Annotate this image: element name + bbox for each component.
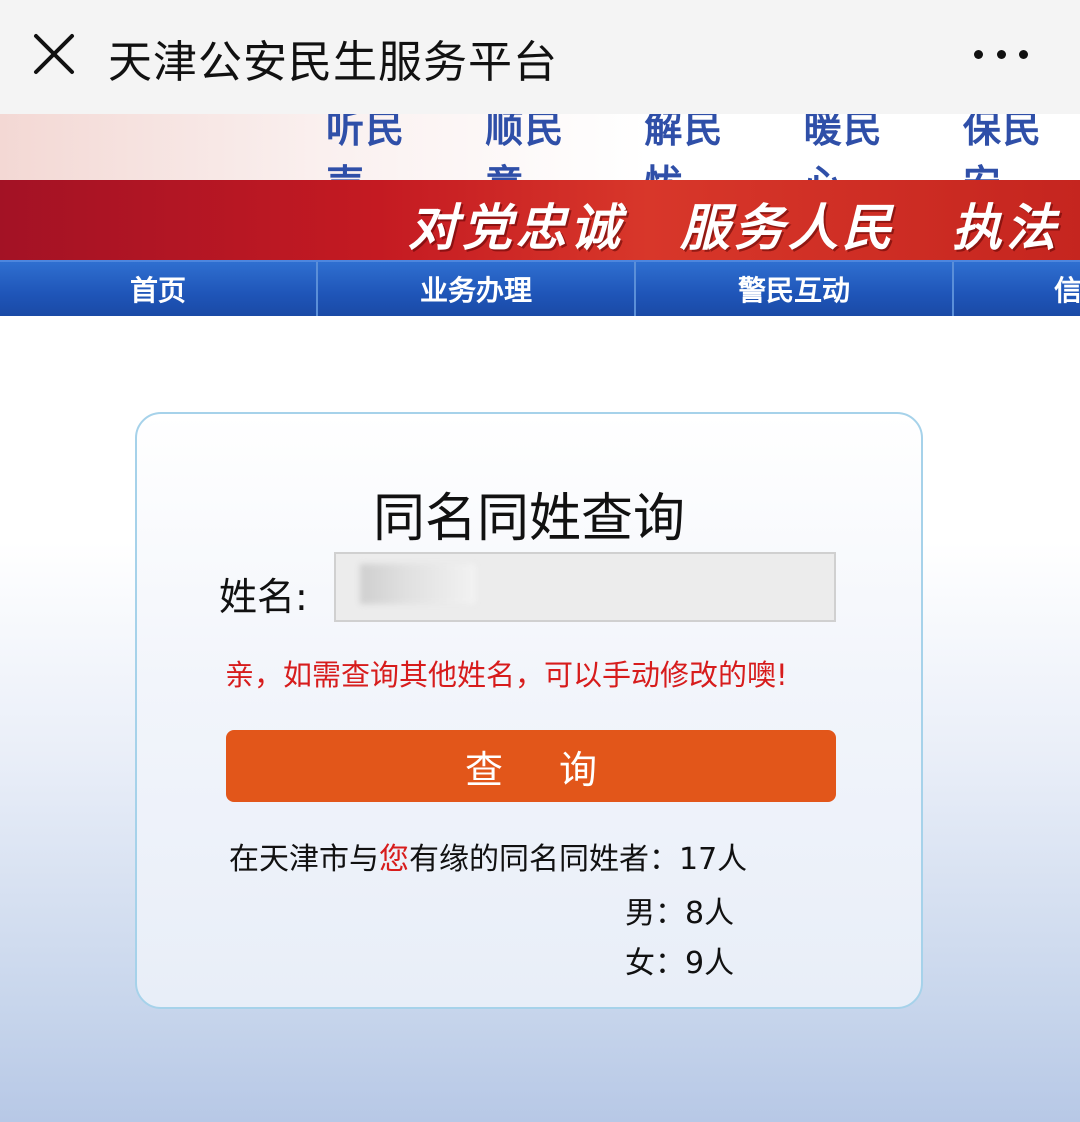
slogan-text: 听民声 bbox=[326, 114, 407, 180]
nav-item-business[interactable]: 业务办理 bbox=[318, 262, 636, 316]
nav-item-interaction[interactable]: 警民互动 bbox=[636, 262, 954, 316]
slogan-text: 暖民心 bbox=[803, 114, 884, 180]
result-summary: 在天津市与您有缘的同名同姓者：17人 bbox=[229, 834, 747, 878]
card-title: 同名同姓查询 bbox=[372, 489, 685, 549]
motto-text: 服务人民 bbox=[680, 198, 896, 257]
result-suffix: 有缘的同名同姓者：17人 bbox=[409, 842, 748, 877]
banner-slogan: 听民声 顺民意 解民忧 暖民心 保民安 bbox=[0, 114, 1080, 180]
slogan-text: 顺民意 bbox=[485, 114, 566, 180]
name-label: 姓名: bbox=[219, 575, 308, 619]
banner-motto: 对党忠诚 服务人民 执法 bbox=[0, 180, 1080, 260]
slogan-text: 保民安 bbox=[962, 114, 1043, 180]
male-count: 男：8人 bbox=[625, 896, 735, 931]
blurred-name-value bbox=[360, 564, 476, 604]
title-bar: 天津公安民生服务平台 bbox=[0, 0, 1080, 114]
name-input[interactable] bbox=[334, 552, 836, 622]
name-query-card: 同名同姓查询 姓名: 亲，如需查询其他姓名，可以手动修改的噢! 查 询 在天津市… bbox=[135, 412, 923, 1009]
result-highlight: 您 bbox=[379, 842, 409, 877]
close-icon[interactable] bbox=[30, 30, 78, 78]
main-nav: 首页 业务办理 警民互动 信 bbox=[0, 260, 1080, 316]
nav-item-home[interactable]: 首页 bbox=[0, 262, 318, 316]
query-button[interactable]: 查 询 bbox=[226, 730, 836, 802]
hint-text: 亲，如需查询其他姓名，可以手动修改的噢! bbox=[225, 658, 788, 692]
more-menu-icon[interactable] bbox=[974, 44, 1028, 64]
motto-text: 执法 bbox=[952, 198, 1060, 257]
page-title: 天津公安民生服务平台 bbox=[108, 37, 558, 88]
slogan-text: 解民忧 bbox=[644, 114, 725, 180]
female-count: 女：9人 bbox=[625, 946, 735, 981]
result-prefix: 在天津市与 bbox=[229, 842, 379, 877]
nav-item-info[interactable]: 信 bbox=[954, 262, 1080, 316]
motto-text: 对党忠诚 bbox=[408, 198, 624, 257]
